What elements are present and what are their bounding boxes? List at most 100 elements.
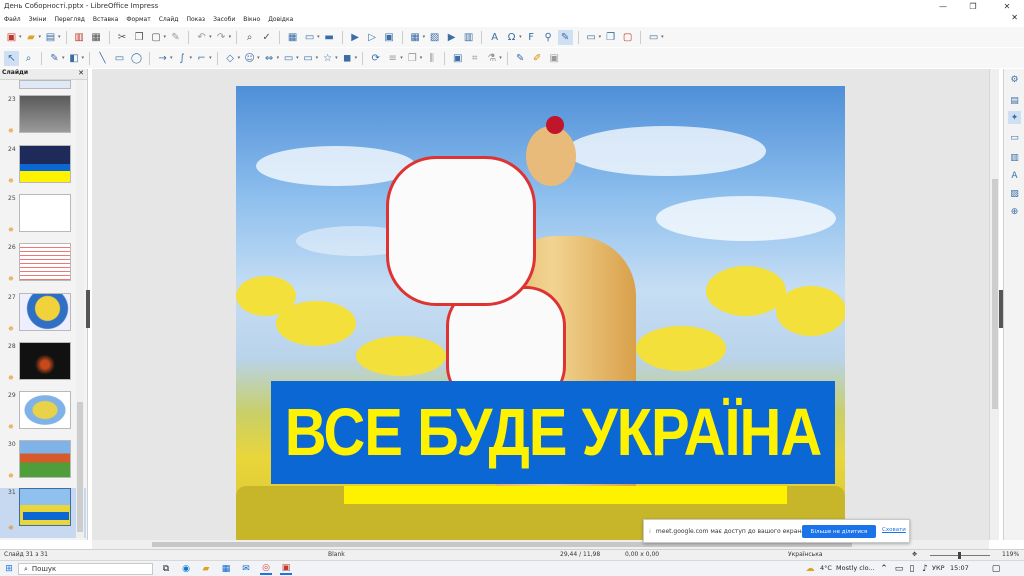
new-slide-icon[interactable]: ▣ bbox=[382, 30, 397, 45]
headline-banner[interactable]: ВСЕ БУДЕ УКРАЇНА bbox=[271, 381, 835, 484]
windows-start-icon[interactable]: ⊞ bbox=[3, 563, 15, 575]
impress-icon[interactable]: ▣ bbox=[280, 563, 292, 575]
hide-notification-link[interactable]: Сховати bbox=[882, 527, 906, 533]
layout-dropdown-icon[interactable]: ▾ bbox=[599, 34, 602, 40]
task-view-icon[interactable]: ⧉ bbox=[160, 563, 172, 575]
shadow-icon[interactable]: ▣ bbox=[450, 51, 465, 66]
text-language[interactable]: Українська bbox=[788, 551, 823, 558]
arrow-dropdown-icon[interactable]: ▾ bbox=[170, 55, 173, 61]
weather-temp[interactable]: 4°C bbox=[820, 564, 832, 572]
menu-tools[interactable]: Засоби bbox=[209, 16, 239, 23]
arrow-line-icon[interactable]: → bbox=[155, 51, 170, 66]
block-arrows-dropdown-icon[interactable]: ▾ bbox=[277, 55, 280, 61]
special-character-dropdown-icon[interactable]: ▾ bbox=[519, 34, 522, 40]
points-edit-icon[interactable]: ✎ bbox=[513, 51, 528, 66]
callout-dropdown-icon[interactable]: ▾ bbox=[316, 55, 319, 61]
glue-points-icon[interactable]: ✐ bbox=[530, 51, 545, 66]
print-icon[interactable]: ▦ bbox=[89, 30, 104, 45]
table-dropdown-icon[interactable]: ▾ bbox=[423, 34, 426, 40]
3d-dropdown-icon[interactable]: ▾ bbox=[355, 55, 358, 61]
3d-objects-icon[interactable]: ◼ bbox=[340, 51, 355, 66]
slide-thumbnail-22[interactable] bbox=[0, 80, 86, 92]
callout-icon[interactable]: ▭ bbox=[301, 51, 316, 66]
navigator-icon[interactable]: ⊕ bbox=[1008, 205, 1021, 218]
slides-pane-scrollbar[interactable] bbox=[76, 80, 84, 538]
curve-icon[interactable]: ∫ bbox=[175, 51, 190, 66]
slide-thumbnail[interactable]: 25 ✵ bbox=[0, 194, 86, 240]
display-views-icon[interactable]: ▭ bbox=[302, 30, 317, 45]
basic-shapes-dropdown-icon[interactable]: ▾ bbox=[238, 55, 241, 61]
styles-icon[interactable]: ▥ bbox=[1008, 151, 1021, 164]
clock-time[interactable]: 15:07 bbox=[950, 564, 969, 572]
spellcheck-icon[interactable]: ✓ bbox=[259, 30, 274, 45]
current-slide[interactable]: ВСЕ БУДЕ УКРАЇНА bbox=[236, 86, 845, 540]
views-dropdown-icon[interactable]: ▾ bbox=[317, 34, 320, 40]
input-language[interactable]: УКР bbox=[932, 564, 945, 572]
close-pane-icon[interactable]: ✕ bbox=[78, 69, 84, 77]
save-icon[interactable]: ▤ bbox=[43, 30, 58, 45]
duplicate-slide-icon[interactable]: ❐ bbox=[603, 30, 618, 45]
open-folder-icon[interactable]: ▰ bbox=[24, 30, 39, 45]
redo-icon[interactable]: ↷ bbox=[214, 30, 229, 45]
animation-icon[interactable]: ✦ bbox=[1008, 111, 1021, 124]
collapse-left-pane-handle[interactable] bbox=[86, 290, 90, 328]
stop-sharing-button[interactable]: Більше не ділитися bbox=[802, 525, 876, 538]
menu-slide[interactable]: Слайд bbox=[155, 16, 183, 23]
symbol-shapes-icon[interactable]: ☺ bbox=[242, 51, 257, 66]
start-first-slide-icon[interactable]: ▶ bbox=[348, 30, 363, 45]
slide-thumbnail[interactable]: 28 ✵ bbox=[0, 342, 86, 388]
line-color-icon[interactable]: ✎ bbox=[47, 51, 62, 66]
slide-headline[interactable]: ВСЕ БУДЕ УКРАЇНА bbox=[271, 373, 835, 491]
edge-icon[interactable]: ◉ bbox=[180, 563, 192, 575]
line-color-dropdown-icon[interactable]: ▾ bbox=[62, 55, 65, 61]
slide-thumbnail-selected[interactable]: 31 ✵ bbox=[0, 488, 86, 538]
slide-thumbnail[interactable]: 26 ✵ bbox=[0, 243, 86, 289]
network-icon[interactable]: ▭ bbox=[893, 563, 905, 575]
align-icon[interactable]: ≡ bbox=[385, 51, 400, 66]
special-character-icon[interactable]: Ω bbox=[504, 30, 519, 45]
symbol-shapes-dropdown-icon[interactable]: ▾ bbox=[257, 55, 260, 61]
cut-icon[interactable]: ✂ bbox=[115, 30, 130, 45]
toggle-extrusion-icon[interactable]: ▣ bbox=[547, 51, 562, 66]
transition-dropdown-icon[interactable]: ▾ bbox=[661, 34, 664, 40]
menu-help[interactable]: Довідка bbox=[264, 16, 297, 23]
undo-dropdown-icon[interactable]: ▾ bbox=[209, 34, 212, 40]
arrange-icon[interactable]: ❐ bbox=[405, 51, 420, 66]
mail-icon[interactable]: ✉ bbox=[240, 563, 252, 575]
weather-icon[interactable]: ☁ bbox=[804, 563, 816, 575]
chart-icon[interactable]: ▥ bbox=[461, 30, 476, 45]
tray-overflow-icon[interactable]: ⌃ bbox=[878, 563, 890, 575]
slide-thumbnail[interactable]: 23 ✵ bbox=[0, 95, 86, 141]
slide-transition-icon[interactable]: ▤ bbox=[1008, 94, 1021, 107]
filter-dropdown-icon[interactable]: ▾ bbox=[499, 55, 502, 61]
rotate-icon[interactable]: ⟳ bbox=[368, 51, 383, 66]
zoom-level[interactable]: 119% bbox=[1002, 551, 1019, 558]
crop-icon[interactable]: ⌗ bbox=[467, 51, 482, 66]
undo-icon[interactable]: ↶ bbox=[194, 30, 209, 45]
fontwork-styles-icon[interactable]: A bbox=[1008, 169, 1021, 182]
store-icon[interactable]: ▦ bbox=[220, 563, 232, 575]
zoom-slider-knob[interactable] bbox=[958, 552, 961, 559]
menu-slideshow[interactable]: Показ bbox=[182, 16, 209, 23]
battery-icon[interactable]: ▯ bbox=[906, 563, 918, 575]
file-explorer-icon[interactable]: ▰ bbox=[200, 563, 212, 575]
fontwork-icon[interactable]: F bbox=[524, 30, 539, 45]
star-icon[interactable]: ☆ bbox=[320, 51, 335, 66]
media-icon[interactable]: ▶ bbox=[444, 30, 459, 45]
volume-icon[interactable]: ♪ bbox=[919, 563, 931, 575]
slide-thumbnail[interactable]: 29 ✵ bbox=[0, 391, 86, 437]
redo-dropdown-icon[interactable]: ▾ bbox=[229, 34, 232, 40]
select-arrow-icon[interactable]: ↖ bbox=[4, 50, 19, 66]
taskbar-search[interactable]: ⌕ Пошук bbox=[18, 563, 153, 575]
find-replace-icon[interactable]: ⌕ bbox=[242, 30, 257, 45]
distribute-icon[interactable]: ⫼ bbox=[424, 51, 439, 66]
document-close-icon[interactable]: ✕ bbox=[1011, 13, 1018, 22]
scrollbar-thumb[interactable] bbox=[992, 179, 998, 409]
slide-layout-icon[interactable]: ▭ bbox=[584, 30, 599, 45]
paste-dropdown-icon[interactable]: ▾ bbox=[164, 34, 167, 40]
fill-color-dropdown-icon[interactable]: ▾ bbox=[82, 55, 85, 61]
clone-formatting-icon[interactable]: ✎ bbox=[168, 30, 183, 45]
fit-slide-icon[interactable]: ✥ bbox=[912, 551, 917, 558]
new-icon[interactable]: ▣ bbox=[4, 30, 19, 45]
menu-view[interactable]: Перегляд bbox=[50, 16, 88, 23]
